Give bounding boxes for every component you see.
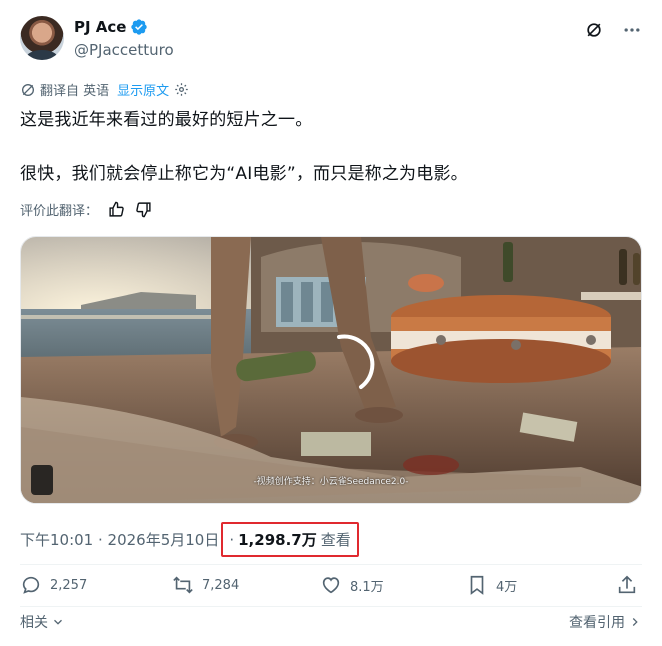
repost-button[interactable]: 7,284 xyxy=(172,574,239,596)
chevron-right-icon xyxy=(632,618,638,626)
views-highlight: · 1,298.7万 查看 xyxy=(221,522,359,557)
translate-icon xyxy=(22,83,34,96)
reply-icon xyxy=(22,576,40,594)
avatar[interactable] xyxy=(20,16,64,60)
translated-from-label: 翻译自 英语 xyxy=(40,84,110,99)
translation-notice: 翻译自 英语 显示原文 xyxy=(20,80,189,99)
tweet-text-line: 这是我近年来看过的最好的短片之一。 xyxy=(20,110,313,130)
views-count[interactable]: 1,298.7万 xyxy=(238,529,317,550)
views-label: 查看 xyxy=(320,531,351,549)
timestamp[interactable]: 下午10:01 · 2026年5月10日 xyxy=(20,529,219,550)
thumbs-up-icon[interactable] xyxy=(108,201,125,218)
repost-count: 7,284 xyxy=(202,577,240,593)
bookmark-icon xyxy=(470,575,484,595)
view-quotes-label: 查看引用 xyxy=(569,615,625,631)
more-icon[interactable] xyxy=(622,20,642,40)
divider xyxy=(20,606,642,607)
author-handle[interactable]: @PJaccetturo xyxy=(74,41,174,59)
verified-badge-icon xyxy=(131,19,148,35)
chevron-down-icon xyxy=(54,619,62,625)
rate-translation-label: 评价此翻译： xyxy=(20,204,99,219)
author-name[interactable]: PJ Ace xyxy=(74,18,126,36)
related-toggle[interactable]: 相关 xyxy=(20,612,65,632)
grok-icon[interactable] xyxy=(584,20,604,40)
like-count: 8.1万 xyxy=(350,579,384,595)
video-player[interactable]: -视频创作支持：小云雀Seedance2.0- xyxy=(20,236,642,504)
bookmark-count: 4万 xyxy=(496,579,518,595)
bookmark-button[interactable]: 4万 xyxy=(466,574,517,596)
gear-icon[interactable] xyxy=(174,82,189,97)
reply-button[interactable]: 2,257 xyxy=(20,574,87,596)
view-quotes-link[interactable]: 查看引用 xyxy=(569,612,642,632)
show-original-link[interactable]: 显示原文 xyxy=(117,80,169,99)
rate-translation: 评价此翻译： xyxy=(20,200,152,219)
tweet-footer: 相关 查看引用 xyxy=(20,612,642,634)
tweet-meta: 下午10:01 · 2026年5月10日 · 1,298.7万 查看 xyxy=(20,522,359,557)
meta-separator: · xyxy=(229,530,235,549)
share-icon xyxy=(618,575,636,594)
action-bar: 2,257 7,284 8.1万 4万 xyxy=(20,574,642,602)
related-label: 相关 xyxy=(20,615,48,631)
author-name-row: PJ Ace xyxy=(74,18,148,36)
repost-icon xyxy=(173,576,193,594)
reply-count: 2,257 xyxy=(50,577,88,593)
share-button[interactable] xyxy=(616,574,638,596)
heart-icon xyxy=(322,577,340,594)
tweet-text-line: 很快，我们就会停止称它为“AI电影”，而只是称之为电影。 xyxy=(20,164,468,184)
thumbs-down-icon[interactable] xyxy=(135,201,152,218)
video-frame xyxy=(21,237,641,503)
tweet-header: PJ Ace @PJaccetturo xyxy=(20,14,642,66)
like-button[interactable]: 8.1万 xyxy=(320,574,384,596)
video-caption: -视频创作支持：小云雀Seedance2.0- xyxy=(253,477,409,487)
divider xyxy=(20,564,642,565)
